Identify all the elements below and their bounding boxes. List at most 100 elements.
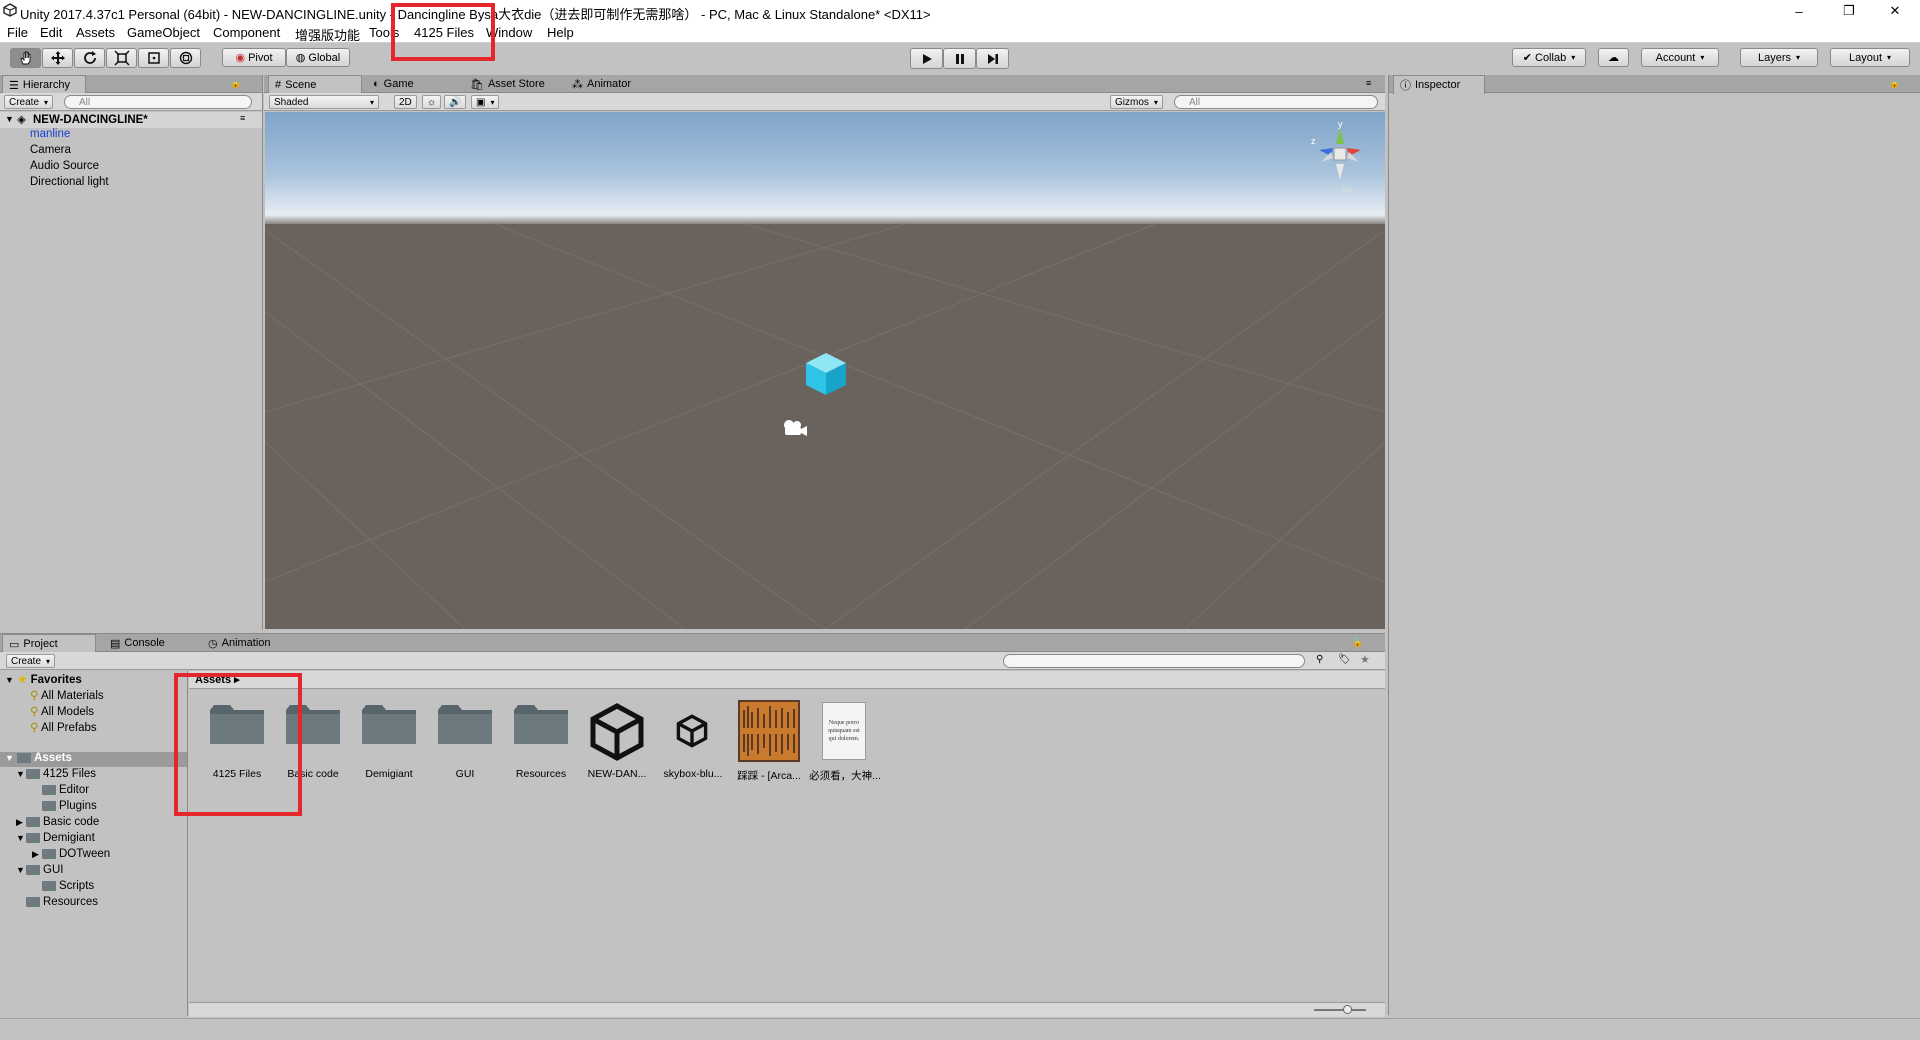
scene-viewport[interactable]: y z ← Iso	[265, 112, 1385, 629]
folder-icon	[42, 880, 56, 891]
hierarchy-create-button[interactable]: Create	[4, 95, 54, 109]
effects-dropdown[interactable]: ▣	[471, 95, 500, 109]
step-button[interactable]	[976, 48, 1009, 69]
favorite-star-icon[interactable]: ★	[1360, 653, 1370, 666]
camera-gizmo-icon[interactable]	[780, 418, 808, 438]
scene-orientation-gizmo[interactable]: y z ← Iso	[1305, 120, 1375, 195]
account-dropdown[interactable]: Account	[1641, 48, 1719, 67]
inspector-panel: ⓘ Inspector 🔒	[1388, 75, 1920, 1015]
scene-root-row[interactable]: ▼ ◈ NEW-DANCINGLINE* ≡	[0, 112, 262, 128]
rect-tool-button[interactable]	[138, 48, 169, 68]
pivot-toggle[interactable]: ◉ Pivot	[222, 48, 286, 67]
project-lock-icon[interactable]: 🔒	[1352, 637, 1363, 648]
tab-scene[interactable]: # Scene	[268, 75, 362, 94]
tree-item-resources[interactable]: Resources	[16, 896, 98, 908]
hierarchy-item-directional-light[interactable]: Directional light	[30, 176, 109, 188]
panel-menu-icon[interactable]: ≡	[1366, 78, 1371, 88]
assets-root-row[interactable]: ▼ Assets	[0, 752, 187, 767]
favorite-all-materials[interactable]: ⚲ All Materials	[30, 688, 104, 702]
gizmos-dropdown[interactable]: Gizmos	[1110, 95, 1163, 109]
move-icon	[50, 51, 65, 65]
tree-item-4125-files[interactable]: ▼ 4125 Files	[16, 768, 96, 780]
asset-folder-demigiant[interactable]: Demigiant	[353, 702, 425, 782]
tab-asset-store[interactable]: 🛍 Asset Store	[464, 75, 551, 93]
shading-mode-dropdown[interactable]: Shaded	[269, 95, 379, 109]
project-create-button[interactable]: Create	[6, 654, 56, 668]
tree-item-demigiant[interactable]: ▼ Demigiant	[16, 832, 95, 844]
2d-toggle[interactable]: 2D	[394, 95, 417, 109]
expand-arrow-icon[interactable]: ▼	[5, 114, 14, 124]
lock-icon[interactable]: 🔒	[230, 78, 241, 89]
restore-button[interactable]: ❐	[1826, 0, 1872, 22]
scene-menu-icon[interactable]: ≡	[240, 113, 245, 123]
expand-arrow-icon[interactable]: ▶	[16, 817, 26, 828]
tree-item-basic-code[interactable]: ▶ Basic code	[16, 816, 99, 828]
favorite-label: All Models	[41, 706, 95, 718]
menu-edit[interactable]: Edit	[40, 25, 62, 40]
filter-label-icon[interactable]: 🏷	[1338, 654, 1351, 665]
cloud-button[interactable]: ☁	[1598, 48, 1629, 67]
thumbnail-size-slider-handle[interactable]	[1343, 1005, 1352, 1014]
tree-item-gui[interactable]: ▼ GUI	[16, 864, 63, 876]
hierarchy-item-audio-source[interactable]: Audio Source	[30, 160, 99, 172]
menu-component[interactable]: Component	[213, 25, 280, 40]
pause-button[interactable]	[943, 48, 976, 69]
project-search-input[interactable]	[1003, 654, 1305, 668]
hierarchy-item-camera[interactable]: Camera	[30, 144, 71, 156]
play-button[interactable]	[910, 48, 943, 69]
hand-tool-button[interactable]	[10, 48, 41, 68]
asset-audio-clip[interactable]: 踩踩 - [Arca...	[733, 700, 805, 782]
expand-arrow-icon[interactable]: ▼	[5, 675, 14, 685]
thumbnail-size-slider[interactable]	[1314, 1009, 1366, 1011]
transform-tool-button[interactable]	[170, 48, 201, 68]
layout-dropdown[interactable]: Layout	[1830, 48, 1910, 67]
asset-text-file[interactable]: Neque porro quisquam est qui dolorem. 必须…	[809, 702, 881, 782]
hierarchy-search-input[interactable]: All	[64, 95, 252, 109]
global-toggle[interactable]: ◍ Global	[286, 48, 350, 67]
tab-console[interactable]: ▤ Console	[104, 634, 171, 652]
close-button[interactable]: ✕	[1872, 0, 1918, 22]
scene-search-input[interactable]: All	[1174, 95, 1378, 109]
inspector-lock-icon[interactable]: 🔒	[1889, 78, 1900, 89]
expand-arrow-icon[interactable]: ▶	[32, 849, 42, 860]
asset-scene-new-dancingline[interactable]: NEW-DAN...	[581, 702, 653, 782]
collab-dropdown[interactable]: ✔ Collab	[1512, 48, 1586, 67]
clock-icon: ◷	[208, 637, 218, 650]
menu-help[interactable]: Help	[547, 25, 574, 40]
lighting-toggle[interactable]: ☼	[422, 95, 442, 109]
move-tool-button[interactable]	[42, 48, 73, 68]
asset-folder-resources[interactable]: Resources	[505, 702, 577, 782]
tab-project[interactable]: ▭ Project	[2, 634, 96, 653]
asset-folder-gui[interactable]: GUI	[429, 702, 501, 782]
menu-bar: File Edit Assets GameObject Component 增强…	[0, 22, 1920, 43]
tab-game[interactable]: ◐ Game	[367, 75, 420, 93]
hierarchy-item-manline[interactable]: manline	[30, 128, 70, 140]
expand-arrow-icon[interactable]: ▼	[16, 833, 26, 843]
favorite-all-models[interactable]: ⚲ All Models	[30, 704, 94, 718]
minimize-button[interactable]: –	[1776, 0, 1822, 22]
tree-item-plugins[interactable]: Plugins	[32, 800, 97, 812]
tab-hierarchy[interactable]: ☰ Hierarchy	[2, 75, 86, 94]
expand-arrow-icon[interactable]: ▼	[16, 865, 26, 875]
rotate-tool-button[interactable]	[74, 48, 105, 68]
cube-object[interactable]	[803, 351, 849, 397]
tree-item-editor[interactable]: Editor	[32, 784, 89, 796]
tree-item-dotween[interactable]: ▶ DOTween	[32, 848, 110, 860]
tree-item-scripts[interactable]: Scripts	[32, 880, 94, 892]
layers-dropdown[interactable]: Layers	[1740, 48, 1818, 67]
expand-arrow-icon[interactable]: ▼	[5, 753, 14, 763]
favorites-row[interactable]: ▼ ★ Favorites	[5, 672, 82, 686]
tab-animator[interactable]: ⁂ Animator	[566, 75, 637, 93]
menu-file[interactable]: File	[7, 25, 28, 40]
scale-tool-button[interactable]	[106, 48, 137, 68]
tab-animation[interactable]: ◷ Animation	[202, 634, 277, 652]
favorite-all-prefabs[interactable]: ⚲ All Prefabs	[30, 720, 97, 734]
expand-arrow-icon[interactable]: ▼	[16, 769, 26, 779]
menu-assets[interactable]: Assets	[76, 25, 115, 40]
menu-enhanced[interactable]: 增强版功能	[295, 25, 360, 44]
menu-gameobject[interactable]: GameObject	[127, 25, 200, 40]
audio-toggle[interactable]: 🔊	[444, 95, 467, 109]
asset-skybox-material[interactable]: skybox-blu...	[657, 702, 729, 782]
filter-type-icon[interactable]: ⚲	[1316, 654, 1323, 665]
tab-inspector[interactable]: ⓘ Inspector	[1393, 75, 1485, 94]
